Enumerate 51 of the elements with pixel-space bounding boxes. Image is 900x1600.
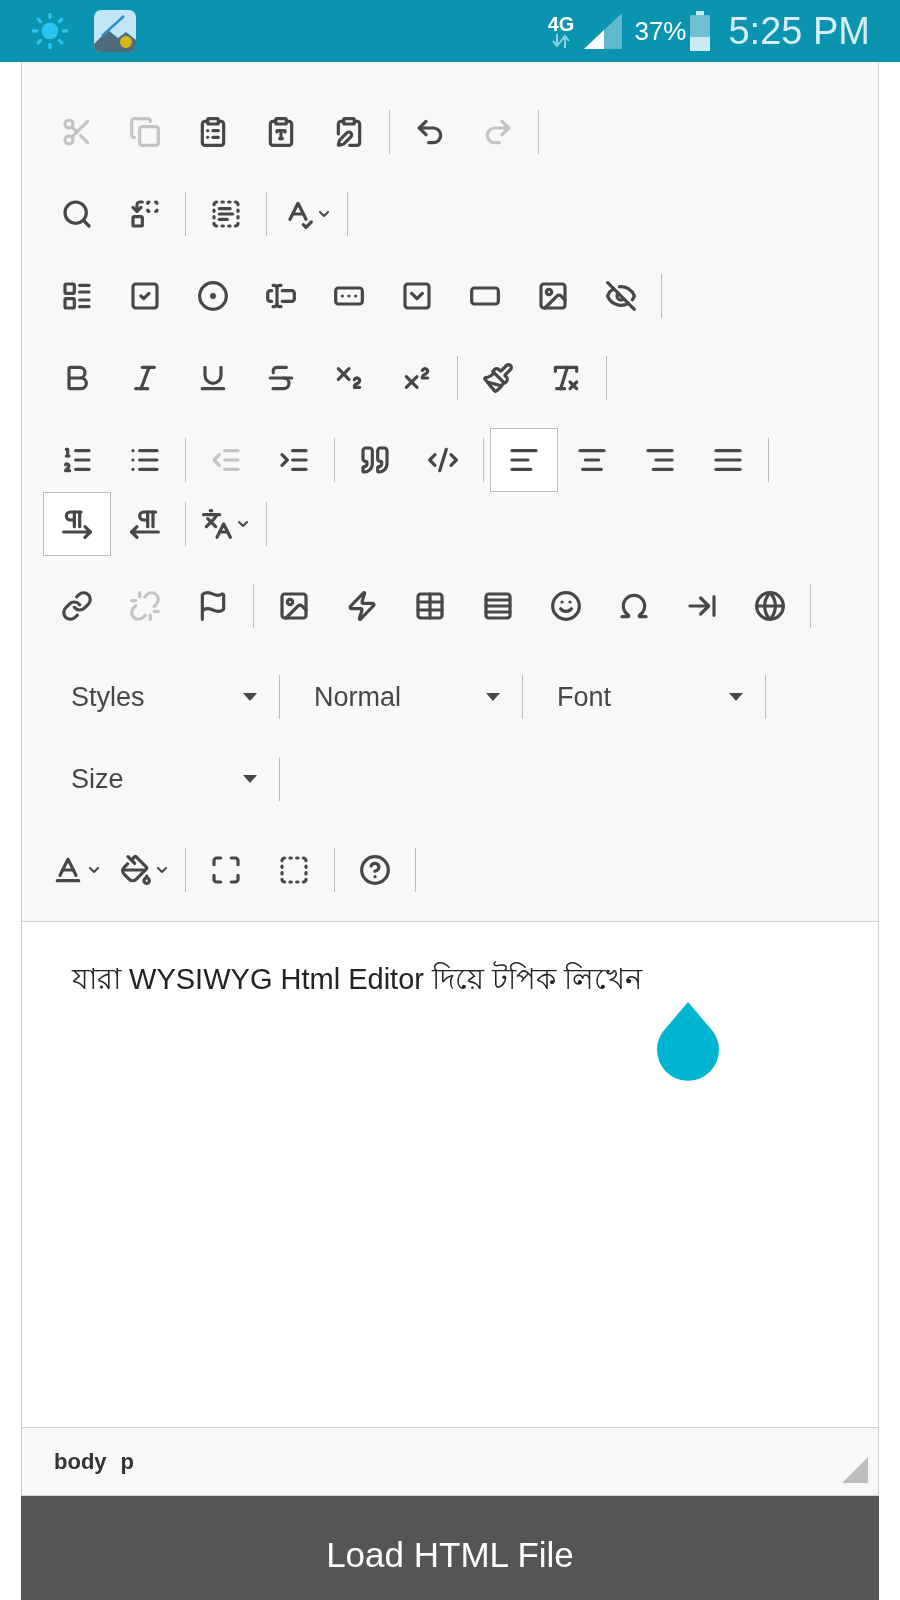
ltr-button[interactable] [43, 492, 111, 556]
battery-icon [690, 11, 711, 51]
quote-icon [359, 444, 391, 476]
paintbrush-icon [482, 362, 514, 394]
format-dropdown[interactable]: Styles [43, 665, 273, 729]
data-arrows-icon [552, 34, 571, 48]
signal-icon [582, 13, 623, 49]
format-dropdown[interactable]: Font [529, 665, 759, 729]
search-icon [61, 198, 93, 230]
form-icon [61, 280, 93, 312]
selection-handle[interactable] [656, 1002, 720, 1084]
load-html-button[interactable]: Load HTML File [21, 1496, 879, 1600]
globe-icon [754, 590, 786, 622]
resize-grip-icon[interactable] [842, 1457, 868, 1483]
copy-icon [129, 116, 161, 148]
checkbox-icon [129, 280, 161, 312]
pilcrow-icon [129, 508, 161, 540]
paragraph: যারা WYSIWYG Html Editor দিয়ে টপিক লিখেন [72, 960, 644, 997]
lines-icon [482, 590, 514, 622]
image-icon [537, 280, 569, 312]
language-icon [201, 508, 233, 540]
align-left-button[interactable] [490, 428, 558, 492]
table-icon [414, 590, 446, 622]
gallery-app-icon [94, 10, 136, 52]
smiley-icon [550, 590, 582, 622]
brightness-icon [30, 11, 70, 51]
element-path-link[interactable]: p [118, 1445, 136, 1478]
help-icon [359, 854, 391, 886]
format-dropdown[interactable]: Normal [286, 665, 516, 729]
clock: 5:25 PM [728, 8, 870, 54]
network-type: 4G [547, 14, 575, 34]
maximize-icon [210, 854, 242, 886]
eye-off-icon [605, 280, 637, 312]
format-dropdown[interactable]: Size [43, 747, 273, 811]
image-icon [278, 590, 310, 622]
pilcrow-icon [61, 508, 93, 540]
caret-icon [486, 693, 500, 701]
lightning-icon [346, 590, 378, 622]
unlink-icon [129, 590, 161, 622]
paint-bucket-icon [120, 854, 152, 886]
text-select-icon [210, 198, 242, 230]
replace-icon [129, 198, 161, 230]
radio-icon [197, 280, 229, 312]
element-path-link[interactable]: body [52, 1445, 109, 1478]
caret-icon [243, 775, 257, 783]
battery-percent: 37% [634, 14, 687, 48]
dashed-square-icon [278, 854, 310, 886]
caret-icon [243, 693, 257, 701]
select-icon [401, 280, 433, 312]
caret-icon [729, 693, 743, 701]
link-icon [61, 590, 93, 622]
